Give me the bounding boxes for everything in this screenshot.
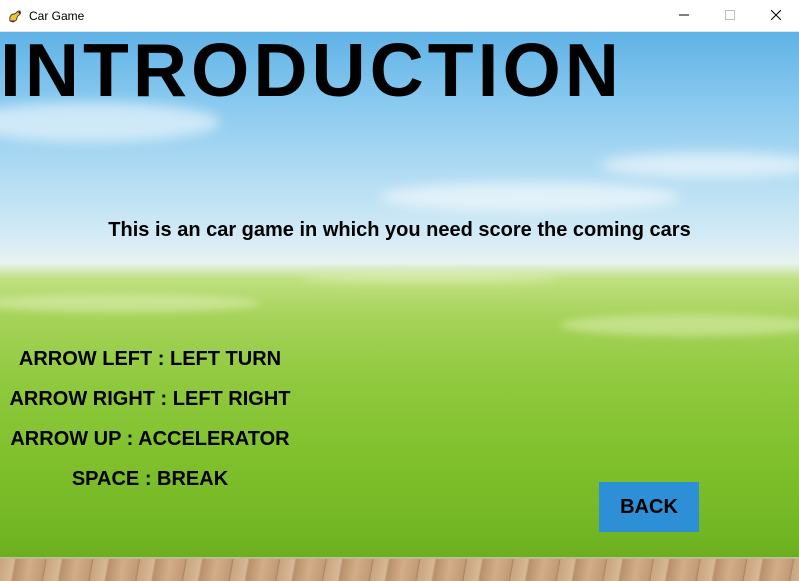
cloud	[380, 182, 680, 212]
grass-highlight	[0, 294, 260, 312]
minimize-button[interactable]	[661, 0, 707, 32]
cloud	[600, 152, 799, 178]
minimize-icon	[679, 7, 689, 25]
pygame-snake-icon	[7, 8, 23, 24]
window-controls	[661, 0, 799, 32]
window-title: Car Game	[29, 8, 85, 23]
maximize-button[interactable]	[707, 0, 753, 32]
control-item: ARROW UP : ACCELERATOR	[10, 428, 290, 450]
control-item: SPACE : BREAK	[71, 468, 229, 490]
back-button[interactable]: BACK	[599, 482, 699, 532]
close-icon	[770, 7, 782, 25]
control-item: ARROW RIGHT : LEFT RIGHT	[9, 388, 291, 410]
game-description: This is an car game in which you need sc…	[108, 219, 691, 241]
maximize-icon	[725, 7, 735, 25]
app-window: Car Game INTRODUCTION This is an car gam…	[0, 0, 799, 581]
grass-highlight	[560, 314, 799, 336]
page-title: INTRODUCTION	[0, 32, 623, 112]
title-bar: Car Game	[0, 0, 799, 32]
game-canvas: INTRODUCTION This is an car game in whic…	[0, 32, 799, 581]
close-button[interactable]	[753, 0, 799, 32]
wooden-floor	[0, 559, 799, 581]
back-button-label: BACK	[620, 495, 678, 518]
grass-highlight	[300, 272, 560, 284]
control-item: ARROW LEFT : LEFT TURN	[18, 348, 282, 370]
